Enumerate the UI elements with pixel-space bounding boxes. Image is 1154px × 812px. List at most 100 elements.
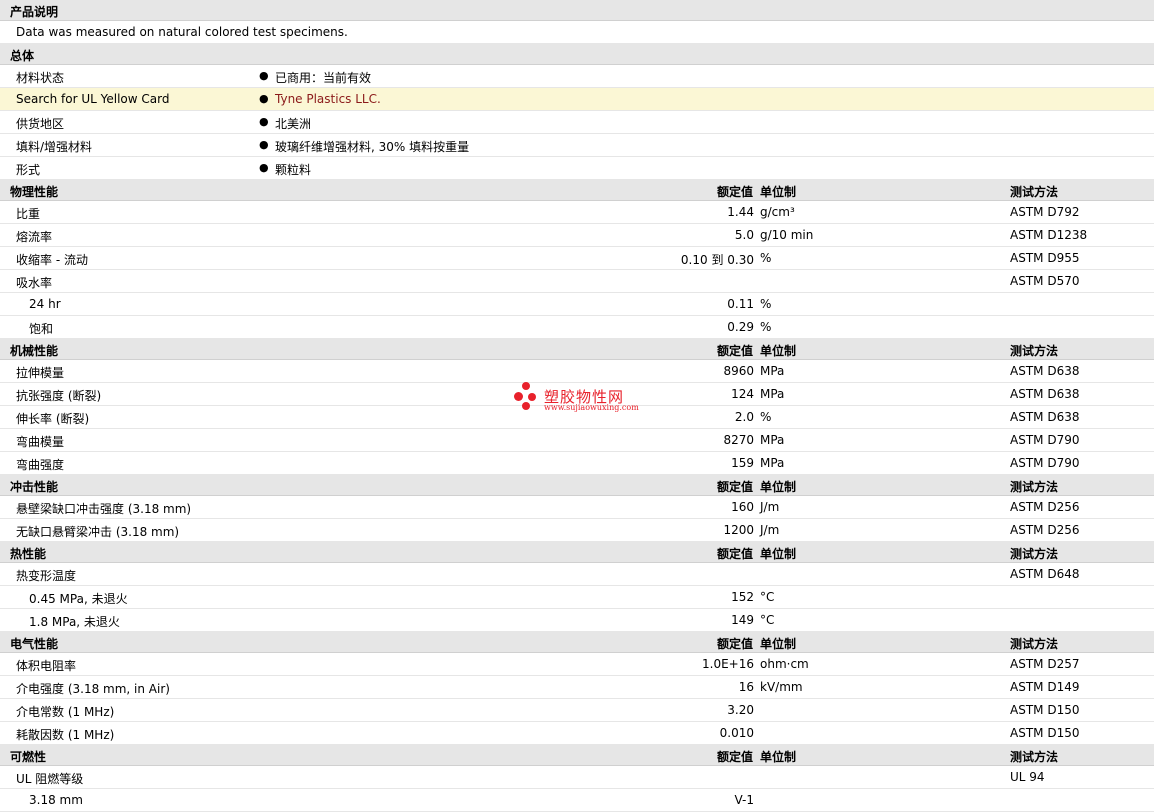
row-value: 已商用：当前有效 bbox=[275, 71, 372, 85]
property-label: 饱和 bbox=[29, 322, 54, 336]
test-method: ASTM D638 bbox=[1010, 387, 1080, 401]
section-title: 热性能 bbox=[10, 547, 47, 561]
bullet-icon: ● bbox=[259, 138, 269, 151]
section-title: 可燃性 bbox=[10, 750, 47, 764]
property-row: 弯曲强度 159 MPa ASTM D790 bbox=[0, 452, 1154, 475]
general-row: 供货地区 ● 北美洲 bbox=[0, 111, 1154, 134]
test-method: ASTM D150 bbox=[1010, 703, 1080, 717]
row-value: 颗粒料 bbox=[275, 163, 312, 177]
row-label: 填料/增强材料 bbox=[16, 140, 93, 154]
section-header-thermal: 热性能 额定值 单位制 测试方法 bbox=[0, 542, 1154, 563]
property-label: 介电常数 (1 MHz) bbox=[16, 705, 115, 719]
supplier-link[interactable]: Tyne Plastics LLC. bbox=[275, 92, 381, 106]
property-row: 收缩率 - 流动 0.10 到 0.30 % ASTM D955 bbox=[0, 247, 1154, 270]
property-unit: °C bbox=[760, 613, 775, 627]
row-label: 材料状态 bbox=[16, 71, 65, 85]
property-row: 饱和 0.29 % bbox=[0, 316, 1154, 339]
property-value: 159 bbox=[731, 456, 754, 470]
column-header-nominal: 额定值 bbox=[716, 344, 753, 358]
property-row: 熔流率 5.0 g/10 min ASTM D1238 bbox=[0, 224, 1154, 247]
property-unit: % bbox=[760, 320, 772, 334]
property-value: 124 bbox=[731, 387, 754, 401]
watermark-logo: 塑胶物性网 www.sujiaowuxing.com bbox=[514, 382, 654, 418]
property-label: 拉伸模量 bbox=[16, 366, 65, 380]
logo-dot-icon bbox=[522, 402, 530, 410]
property-value: 8960 bbox=[723, 364, 754, 378]
column-header-unit: 单位制 bbox=[760, 185, 797, 199]
column-header-method: 测试方法 bbox=[1010, 637, 1059, 651]
property-unit: % bbox=[760, 410, 772, 424]
test-method: ASTM D256 bbox=[1010, 523, 1080, 537]
section-header-electrical: 电气性能 额定值 单位制 测试方法 bbox=[0, 632, 1154, 653]
property-value: V-1 bbox=[734, 793, 754, 807]
property-row: 24 hr 0.11 % bbox=[0, 293, 1154, 316]
column-header-nominal: 额定值 bbox=[716, 547, 753, 561]
property-unit: MPa bbox=[760, 456, 785, 470]
property-value: 3.20 bbox=[727, 703, 754, 717]
property-value: 1.44 bbox=[727, 205, 754, 219]
bullet-icon: ● bbox=[259, 69, 269, 82]
property-label: 1.8 MPa, 未退火 bbox=[29, 615, 120, 629]
section-header-flammability: 可燃性 额定值 单位制 测试方法 bbox=[0, 745, 1154, 766]
property-unit: J/m bbox=[760, 523, 780, 537]
property-row: 1.8 MPa, 未退火 149 °C bbox=[0, 609, 1154, 632]
logo-dot-icon bbox=[522, 382, 530, 390]
section-title: 总体 bbox=[10, 49, 35, 63]
logo-dot-icon bbox=[528, 393, 536, 401]
section-header-description: 产品说明 bbox=[0, 0, 1154, 21]
bullet-icon: ● bbox=[259, 161, 269, 174]
property-value: 5.0 bbox=[734, 228, 754, 242]
property-unit: % bbox=[760, 251, 772, 265]
watermark-url: www.sujiaowuxing.com bbox=[544, 403, 639, 412]
description-note: Data was measured on natural colored tes… bbox=[16, 25, 348, 39]
column-header-method: 测试方法 bbox=[1010, 480, 1059, 494]
section-title: 冲击性能 bbox=[10, 480, 59, 494]
property-label: 熔流率 bbox=[16, 230, 53, 244]
test-method: ASTM D638 bbox=[1010, 410, 1080, 424]
row-label: 形式 bbox=[16, 163, 41, 177]
general-row: 材料状态 ● 已商用：当前有效 bbox=[0, 65, 1154, 88]
test-method: ASTM D638 bbox=[1010, 364, 1080, 378]
property-row: 热变形温度 ASTM D648 bbox=[0, 563, 1154, 586]
property-value: 16 bbox=[738, 680, 754, 694]
test-method: ASTM D570 bbox=[1010, 274, 1080, 288]
property-value: 0.11 bbox=[727, 297, 754, 311]
property-label: 弯曲强度 bbox=[16, 458, 65, 472]
description-note-row: Data was measured on natural colored tes… bbox=[0, 21, 1154, 44]
column-header-method: 测试方法 bbox=[1010, 547, 1059, 561]
property-row: 比重 1.44 g/cm³ ASTM D792 bbox=[0, 201, 1154, 224]
property-row: 介电强度 (3.18 mm, in Air) 16 kV/mm ASTM D14… bbox=[0, 676, 1154, 699]
section-header-general: 总体 bbox=[0, 44, 1154, 65]
property-value: 0.29 bbox=[727, 320, 754, 334]
property-row: 弯曲模量 8270 MPa ASTM D790 bbox=[0, 429, 1154, 452]
property-label: 伸长率 (断裂) bbox=[16, 412, 90, 426]
ul-yellow-card-row: Search for UL Yellow Card ● Tyne Plastic… bbox=[0, 88, 1154, 111]
ul-yellow-card-link[interactable]: Search for UL Yellow Card bbox=[16, 92, 169, 106]
property-unit: MPa bbox=[760, 387, 785, 401]
logo-dot-icon bbox=[514, 392, 523, 401]
column-header-method: 测试方法 bbox=[1010, 344, 1059, 358]
property-label: 弯曲模量 bbox=[16, 435, 65, 449]
column-header-unit: 单位制 bbox=[760, 637, 797, 651]
property-value: 152 bbox=[731, 590, 754, 604]
property-unit: °C bbox=[760, 590, 775, 604]
property-label: 无缺口悬臂梁冲击 (3.18 mm) bbox=[16, 525, 180, 539]
test-method: UL 94 bbox=[1010, 770, 1045, 784]
property-unit: kV/mm bbox=[760, 680, 803, 694]
property-label: 0.45 MPa, 未退火 bbox=[29, 592, 128, 606]
section-title: 物理性能 bbox=[10, 185, 59, 199]
test-method: ASTM D955 bbox=[1010, 251, 1080, 265]
section-title: 机械性能 bbox=[10, 344, 59, 358]
property-label: 耗散因数 (1 MHz) bbox=[16, 728, 115, 742]
property-value: 8270 bbox=[723, 433, 754, 447]
column-header-unit: 单位制 bbox=[760, 344, 797, 358]
test-method: ASTM D150 bbox=[1010, 726, 1080, 740]
property-unit: MPa bbox=[760, 364, 785, 378]
test-method: ASTM D792 bbox=[1010, 205, 1080, 219]
test-method: ASTM D790 bbox=[1010, 433, 1080, 447]
property-label: 收缩率 - 流动 bbox=[16, 253, 88, 267]
property-value: 0.010 bbox=[719, 726, 754, 740]
column-header-unit: 单位制 bbox=[760, 547, 797, 561]
property-row: 介电常数 (1 MHz) 3.20 ASTM D150 bbox=[0, 699, 1154, 722]
property-label: 悬壁梁缺口冲击强度 (3.18 mm) bbox=[16, 502, 192, 516]
